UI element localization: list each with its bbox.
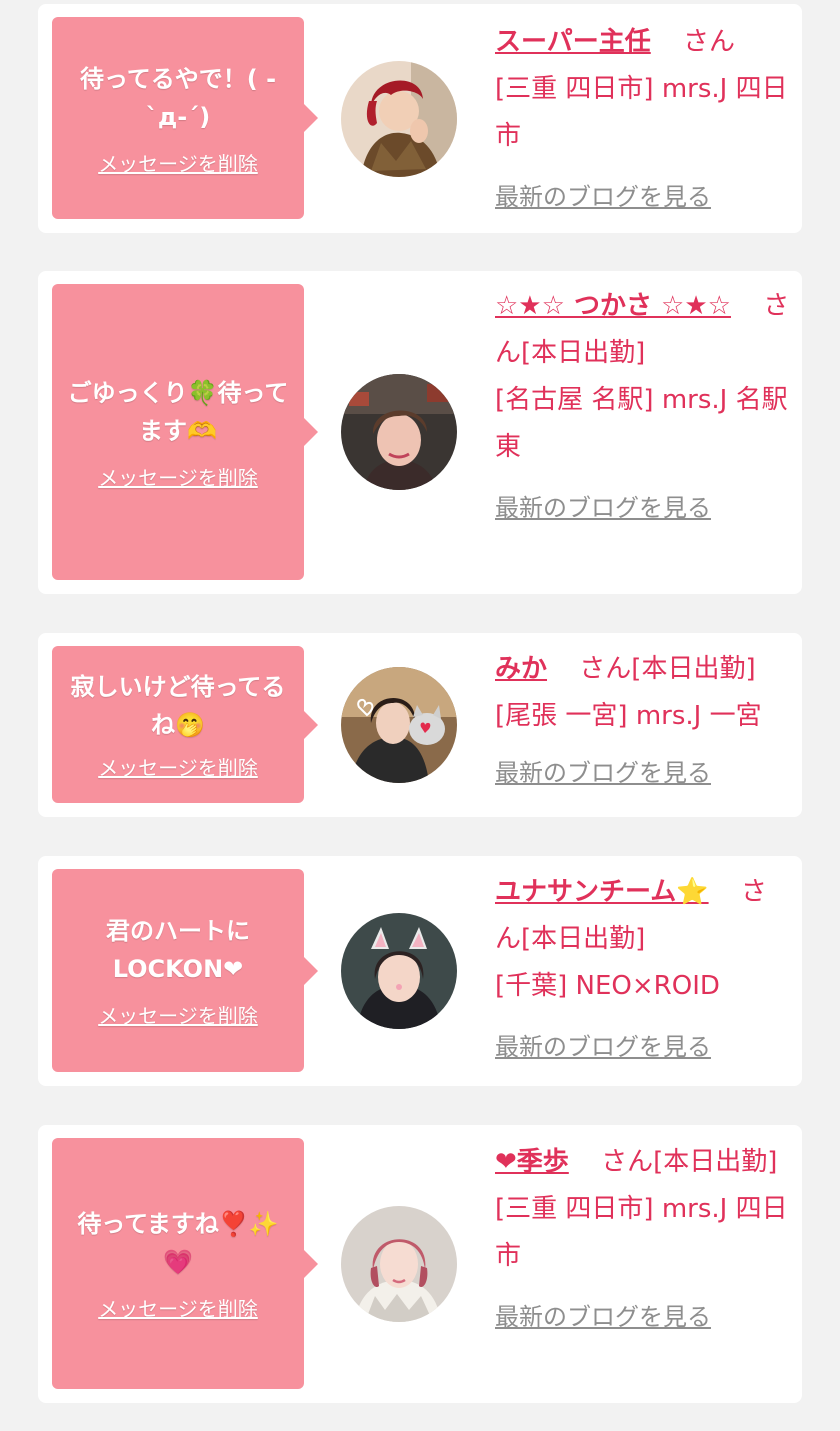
profile-name-link[interactable]: ❤季歩 <box>495 1147 569 1177</box>
attendance-status: [本日出勤] <box>653 1147 778 1177</box>
message-card: 寂しいけど待ってるね🤭 メッセージを削除 みか さん[本日出勤] [尾張 一宮]… <box>38 633 802 817</box>
message-bubble: ごゆっくり🍀待ってます🫶 メッセージを削除 <box>52 284 318 580</box>
honorific: さん <box>579 654 632 684</box>
latest-blog-link[interactable]: 最新のブログを見る <box>495 750 711 797</box>
profile-info: ☆★☆ つかさ ☆★☆ さん[本日出勤] [名古屋 名駅] mrs.J 名駅東 … <box>495 283 791 532</box>
latest-blog-link[interactable]: 最新のブログを見る <box>495 1024 711 1071</box>
profile-info: みか さん[本日出勤] [尾張 一宮] mrs.J 一宮 最新のブログを見る <box>495 646 791 797</box>
message-text: 待ってるやで！( -`д-´) <box>79 64 277 131</box>
message-card: 君のハートにLOCKON❤ メッセージを削除 ユナサンチーム⭐ さん[本日出勤]… <box>38 856 802 1086</box>
message-bubble: 待ってるやで！( -`д-´) メッセージを削除 <box>52 17 318 219</box>
message-text: 君のハートにLOCKON❤ <box>106 917 250 983</box>
profile-name-link[interactable]: スーパー主任 <box>495 27 651 57</box>
avatar[interactable] <box>341 913 457 1029</box>
message-bubble: 君のハートにLOCKON❤ メッセージを削除 <box>52 869 318 1072</box>
avatar[interactable] <box>341 1206 457 1322</box>
profile-info: スーパー主任 さん [三重 四日市] mrs.J 四日市 最新のブログを見る <box>495 19 791 221</box>
message-bubble: 待ってますね❣️✨💗 メッセージを削除 <box>52 1138 318 1389</box>
attendance-status: [本日出勤] <box>521 924 646 954</box>
message-bubble: 寂しいけど待ってるね🤭 メッセージを削除 <box>52 646 318 803</box>
latest-blog-link[interactable]: 最新のブログを見る <box>495 1294 711 1341</box>
profile-location: [三重 四日市] mrs.J 四日市 <box>495 74 788 151</box>
message-card: 待ってるやで！( -`д-´) メッセージを削除 スーパー主任 さん [三重 四… <box>38 4 802 233</box>
profile-location: [三重 四日市] mrs.J 四日市 <box>495 1194 788 1271</box>
message-card: ごゆっくり🍀待ってます🫶 メッセージを削除 ☆★☆ つかさ ☆★☆ さん[本日出… <box>38 271 802 594</box>
profile-location: [名古屋 名駅] mrs.J 名駅東 <box>495 385 788 462</box>
delete-message-link[interactable]: メッセージを削除 <box>98 148 258 177</box>
avatar[interactable] <box>341 374 457 490</box>
honorific: さん <box>683 27 736 57</box>
profile-name-link[interactable]: ☆★☆ つかさ ☆★☆ <box>495 291 731 321</box>
latest-blog-link[interactable]: 最新のブログを見る <box>495 174 711 221</box>
attendance-status: [本日出勤] <box>521 338 646 368</box>
profile-location: [千葉] NEO×ROID <box>495 971 720 1001</box>
profile-name-link[interactable]: ユナサンチーム⭐ <box>495 877 709 907</box>
delete-message-link[interactable]: メッセージを削除 <box>98 1293 258 1322</box>
delete-message-link[interactable]: メッセージを削除 <box>98 1000 258 1029</box>
delete-message-link[interactable]: メッセージを削除 <box>98 462 258 491</box>
profile-location: [尾張 一宮] mrs.J 一宮 <box>495 701 762 731</box>
honorific: さん <box>601 1147 654 1177</box>
profile-info: ❤季歩 さん[本日出勤] [三重 四日市] mrs.J 四日市 最新のブログを見… <box>495 1139 791 1341</box>
message-text: 寂しいけど待ってるね🤭 <box>70 673 286 739</box>
profile-name-link[interactable]: みか <box>495 654 547 684</box>
message-text: 待ってますね❣️✨💗 <box>77 1210 279 1276</box>
message-text: ごゆっくり🍀待ってます🫶 <box>67 378 289 445</box>
avatar[interactable] <box>341 667 457 783</box>
profile-info: ユナサンチーム⭐ さん[本日出勤] [千葉] NEO×ROID 最新のブログを見… <box>495 869 791 1071</box>
message-card: 待ってますね❣️✨💗 メッセージを削除 ❤季歩 さん[本日出勤] [三重 四日市… <box>38 1125 802 1403</box>
avatar[interactable] <box>341 61 457 177</box>
delete-message-link[interactable]: メッセージを削除 <box>98 752 258 781</box>
attendance-status: [本日出勤] <box>631 654 756 684</box>
latest-blog-link[interactable]: 最新のブログを見る <box>495 485 711 532</box>
